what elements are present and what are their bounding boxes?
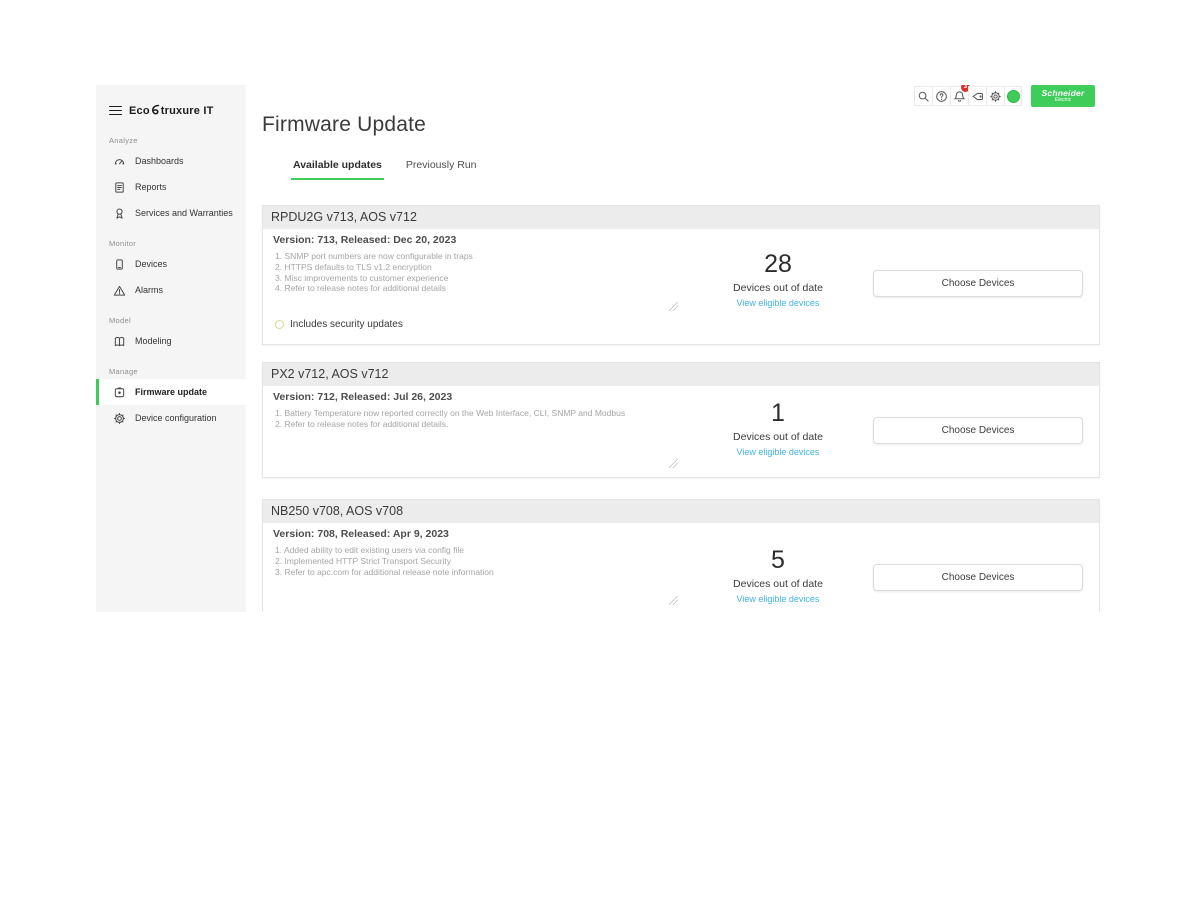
main-content: Firmware Update Available updates Previo…: [246, 85, 1104, 612]
tab-available-updates[interactable]: Available updates: [291, 159, 384, 180]
tab-bar: Available updates Previously Run: [291, 159, 479, 180]
sidebar-item-firmware-update[interactable]: Firmware update: [96, 379, 246, 405]
sidebar-item-label: Reports: [135, 182, 167, 192]
resize-grip-icon[interactable]: [669, 459, 678, 468]
release-note: 2. HTTPS defaults to TLS v1.2 encryption: [275, 262, 675, 273]
release-note: 3. Refer to apc.com for additional relea…: [275, 567, 675, 578]
choose-devices-button[interactable]: Choose Devices: [873, 270, 1083, 297]
release-notes-box[interactable]: 1. Added ability to edit existing users …: [275, 545, 675, 577]
sidebar-item-label: Devices: [135, 259, 167, 269]
release-note: 1. Added ability to edit existing users …: [275, 545, 675, 556]
ecostruxure-app-window: Eco truxure IT Analyze Dashboards Report…: [96, 85, 1104, 612]
sidebar-item-devices[interactable]: Devices: [96, 251, 246, 277]
logo-suffix: truxure IT: [161, 105, 214, 117]
sidebar-item-label: Firmware update: [135, 387, 207, 397]
release-notes-box[interactable]: 1. Battery Temperature now reported corr…: [275, 408, 675, 430]
version-line: Version: 712, Released: Jul 26, 2023: [273, 391, 452, 403]
sidebar-section-analyze: Analyze: [109, 136, 246, 145]
sidebar-section-manage: Manage: [109, 367, 246, 376]
firmware-card-nb250: NB250 v708, AOS v708 Version: 708, Relea…: [262, 499, 1100, 612]
resize-grip-icon[interactable]: [669, 596, 678, 605]
sidebar-header: Eco truxure IT: [96, 85, 246, 123]
sidebar-section-monitor: Monitor: [109, 239, 246, 248]
card-title: PX2 v712, AOS v712: [263, 363, 1099, 386]
devices-out-of-date-label: Devices out of date: [733, 431, 823, 443]
view-eligible-devices-link[interactable]: View eligible devices: [737, 594, 820, 604]
device-config-gear-icon: [113, 412, 126, 425]
security-updates-label: Includes security updates: [290, 319, 403, 330]
devices-out-of-date-count: 28: [764, 250, 792, 278]
release-note: 2. Refer to release notes for additional…: [275, 419, 675, 430]
choose-devices-button[interactable]: Choose Devices: [873, 564, 1083, 591]
devices-out-of-date-label: Devices out of date: [733, 282, 823, 294]
sidebar-item-label: Modeling: [135, 336, 172, 346]
device-count-column: 28 Devices out of date View eligible dev…: [693, 250, 863, 308]
card-title: NB250 v708, AOS v708: [263, 500, 1099, 523]
view-eligible-devices-link[interactable]: View eligible devices: [737, 298, 820, 308]
release-note: 1. SNMP port numbers are now configurabl…: [275, 251, 675, 262]
version-line: Version: 708, Released: Apr 9, 2023: [273, 528, 449, 540]
tab-previously-run[interactable]: Previously Run: [404, 159, 479, 180]
choose-devices-button[interactable]: Choose Devices: [873, 417, 1083, 444]
firmware-card-rpdu2g: RPDU2G v713, AOS v712 Version: 713, Rele…: [262, 205, 1100, 345]
version-line: Version: 713, Released: Dec 20, 2023: [273, 234, 456, 246]
firmware-card-px2: PX2 v712, AOS v712 Version: 712, Release…: [262, 362, 1100, 478]
sidebar-item-dashboards[interactable]: Dashboards: [96, 148, 246, 174]
device-count-column: 1 Devices out of date View eligible devi…: [693, 399, 863, 457]
sidebar-item-label: Dashboards: [135, 156, 184, 166]
security-indicator-icon: [275, 320, 284, 329]
card-title: RPDU2G v713, AOS v712: [263, 206, 1099, 229]
device-icon: [113, 258, 126, 271]
sidebar-item-reports[interactable]: Reports: [96, 174, 246, 200]
sidebar-item-label: Alarms: [135, 285, 163, 295]
sidebar-section-model: Model: [109, 316, 246, 325]
page-canvas: Eco truxure IT Analyze Dashboards Report…: [0, 0, 1200, 900]
release-note: 1. Battery Temperature now reported corr…: [275, 408, 675, 419]
devices-out-of-date-count: 5: [771, 546, 785, 574]
release-note: 4. Refer to release notes for additional…: [275, 283, 675, 294]
resize-grip-icon[interactable]: [669, 302, 678, 311]
ecostruxure-loop-icon: [151, 104, 160, 117]
devices-out-of-date-count: 1: [771, 399, 785, 427]
hamburger-menu-icon[interactable]: [109, 106, 122, 116]
devices-out-of-date-label: Devices out of date: [733, 578, 823, 590]
certificate-icon: [113, 207, 126, 220]
sidebar-item-alarms[interactable]: Alarms: [96, 277, 246, 303]
modeling-icon: [113, 335, 126, 348]
logo-prefix: Eco: [129, 105, 150, 117]
sidebar: Eco truxure IT Analyze Dashboards Report…: [96, 85, 246, 612]
release-note: 2. Implemented HTTP Strict Transport Sec…: [275, 556, 675, 567]
report-icon: [113, 181, 126, 194]
release-notes-box[interactable]: 1. SNMP port numbers are now configurabl…: [275, 251, 675, 294]
release-note: 3. Misc improvements to customer experie…: [275, 273, 675, 284]
sidebar-item-label: Services and Warranties: [135, 208, 233, 218]
sidebar-item-device-configuration[interactable]: Device configuration: [96, 405, 246, 431]
alarm-triangle-icon: [113, 284, 126, 297]
security-updates-row: Includes security updates: [275, 319, 403, 330]
view-eligible-devices-link[interactable]: View eligible devices: [737, 447, 820, 457]
device-count-column: 5 Devices out of date View eligible devi…: [693, 546, 863, 604]
firmware-update-icon: [113, 386, 126, 399]
sidebar-item-label: Device configuration: [135, 413, 217, 423]
sidebar-item-services-warranties[interactable]: Services and Warranties: [96, 200, 246, 226]
sidebar-item-modeling[interactable]: Modeling: [96, 328, 246, 354]
gauge-icon: [113, 155, 126, 168]
ecostruxure-logo: Eco truxure IT: [129, 104, 214, 117]
page-title: Firmware Update: [262, 113, 426, 137]
